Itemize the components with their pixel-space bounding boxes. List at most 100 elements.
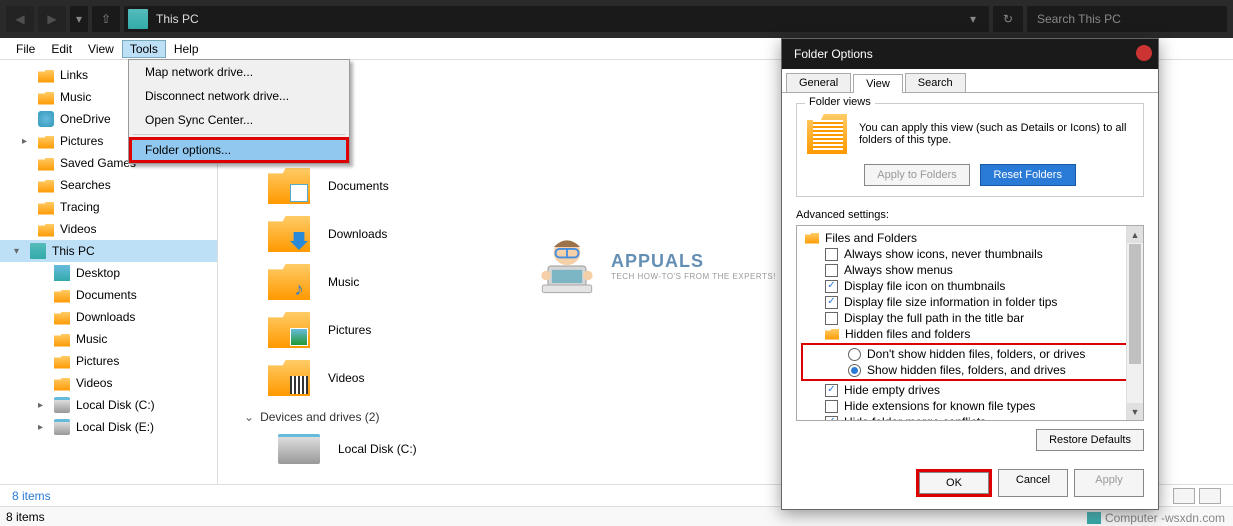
nav-forward-button[interactable]: ▶ — [38, 6, 66, 32]
checkbox-icon[interactable] — [825, 400, 838, 413]
dialog-titlebar[interactable]: Folder Options — [782, 39, 1158, 69]
corner-mark: Computer -wsxdn.com — [1087, 511, 1225, 525]
radio-icon[interactable] — [848, 348, 861, 361]
menu-tools[interactable]: Tools — [122, 40, 166, 58]
scroll-thumb[interactable] — [1129, 244, 1141, 364]
radio-checked-icon[interactable] — [848, 364, 861, 377]
advanced-settings-list[interactable]: Files and Folders Always show icons, nev… — [796, 225, 1144, 421]
tab-general[interactable]: General — [786, 73, 851, 92]
folder-label: Documents — [328, 179, 389, 193]
adv-hide-merge-conflicts[interactable]: ✓Hide folder merge conflicts — [801, 414, 1139, 421]
drive-icon — [54, 397, 70, 413]
reset-folders-button[interactable]: Reset Folders — [980, 164, 1076, 186]
scroll-down-icon[interactable]: ▼ — [1127, 403, 1143, 420]
breadcrumb-dropdown-icon[interactable]: ▾ — [961, 7, 985, 31]
nav-history-dropdown[interactable]: ▾ — [70, 6, 88, 32]
folder-icon — [54, 312, 70, 325]
checkbox-checked-icon[interactable]: ✓ — [825, 416, 838, 422]
tree-local-disk-e[interactable]: ▸Local Disk (E:) — [0, 416, 217, 438]
checkbox-checked-icon[interactable]: ✓ — [825, 296, 838, 309]
nav-back-button[interactable]: ◀ — [6, 6, 34, 32]
checkbox-icon[interactable] — [825, 264, 838, 277]
menu-view[interactable]: View — [80, 40, 122, 58]
pc-icon — [30, 243, 46, 259]
apply-to-folders-button[interactable]: Apply to Folders — [864, 164, 969, 186]
chevron-down-icon[interactable]: ⌄ — [244, 410, 254, 424]
adv-full-path-title[interactable]: Display the full path in the title bar — [801, 310, 1139, 326]
breadcrumb[interactable]: This PC ▾ — [124, 6, 989, 32]
folder-icon — [268, 168, 310, 204]
close-icon[interactable] — [1136, 45, 1152, 61]
adv-root: Files and Folders — [801, 230, 1139, 246]
view-icons-button[interactable] — [1199, 488, 1221, 504]
breadcrumb-text: This PC — [156, 12, 199, 26]
refresh-button[interactable]: ↻ — [993, 6, 1023, 32]
chevron-right-icon[interactable]: ▸ — [22, 136, 27, 147]
menu-disconnect-network-drive[interactable]: Disconnect network drive... — [129, 84, 349, 108]
scroll-up-icon[interactable]: ▲ — [1127, 226, 1143, 243]
tree-downloads[interactable]: Downloads — [0, 306, 217, 328]
nav-up-button[interactable]: ⇧ — [92, 6, 120, 32]
folder-icon — [38, 224, 54, 237]
adv-show-hidden[interactable]: Show hidden files, folders, and drives — [804, 362, 1136, 378]
checkbox-checked-icon[interactable]: ✓ — [825, 280, 838, 293]
nav-bar: ◀ ▶ ▾ ⇧ This PC ▾ ↻ Search This PC — [0, 0, 1233, 38]
dialog-title-text: Folder Options — [794, 47, 873, 61]
tree-tracing[interactable]: Tracing — [0, 196, 217, 218]
tree-documents[interactable]: Documents — [0, 284, 217, 306]
section-label: Devices and drives (2) — [260, 410, 379, 424]
folder-icon — [805, 233, 819, 244]
search-input[interactable]: Search This PC — [1027, 6, 1227, 32]
menu-folder-options[interactable]: Folder options... — [129, 137, 349, 163]
tree-this-pc[interactable]: ▾This PC — [0, 240, 217, 262]
folder-icon — [38, 202, 54, 215]
adv-file-size-tips[interactable]: ✓Display file size information in folder… — [801, 294, 1139, 310]
chevron-right-icon[interactable]: ▸ — [38, 400, 43, 411]
tab-search[interactable]: Search — [905, 73, 966, 92]
folder-icon — [268, 360, 310, 396]
desktop-icon — [54, 265, 70, 281]
adv-hide-empty-drives[interactable]: ✓Hide empty drives — [801, 382, 1139, 398]
tree-desktop[interactable]: Desktop — [0, 262, 217, 284]
adv-always-icons[interactable]: Always show icons, never thumbnails — [801, 246, 1139, 262]
apply-button[interactable]: Apply — [1074, 469, 1144, 497]
tree-searches[interactable]: Searches — [0, 174, 217, 196]
view-details-button[interactable] — [1173, 488, 1195, 504]
menu-open-sync-center[interactable]: Open Sync Center... — [129, 108, 349, 132]
tab-view[interactable]: View — [853, 74, 903, 93]
groupbox-legend: Folder views — [805, 96, 875, 108]
tree-pictures2[interactable]: Pictures — [0, 350, 217, 372]
checkbox-checked-icon[interactable]: ✓ — [825, 384, 838, 397]
dialog-body: Folder views You can apply this view (su… — [782, 93, 1158, 461]
cancel-button[interactable]: Cancel — [998, 469, 1068, 497]
adv-hide-extensions[interactable]: Hide extensions for known file types — [801, 398, 1139, 414]
folder-icon — [38, 158, 54, 171]
tree-local-disk-c[interactable]: ▸Local Disk (C:) — [0, 394, 217, 416]
menu-help[interactable]: Help — [166, 40, 207, 58]
folder-icon — [268, 312, 310, 348]
adv-dont-show-hidden[interactable]: Don't show hidden files, folders, or dri… — [804, 346, 1136, 362]
restore-defaults-button[interactable]: Restore Defaults — [1036, 429, 1144, 451]
menu-separator — [133, 134, 345, 135]
menu-file[interactable]: File — [8, 40, 43, 58]
ok-button[interactable]: OK — [919, 472, 989, 494]
checkbox-icon[interactable] — [825, 248, 838, 261]
menu-map-network-drive[interactable]: Map network drive... — [129, 60, 349, 84]
folder-icon — [54, 334, 70, 347]
tree-music2[interactable]: Music — [0, 328, 217, 350]
chevron-right-icon[interactable]: ▸ — [38, 422, 43, 433]
pc-icon — [1087, 512, 1101, 524]
drive-icon — [54, 419, 70, 435]
adv-file-icon-thumb[interactable]: ✓Display file icon on thumbnails — [801, 278, 1139, 294]
chevron-down-icon[interactable]: ▾ — [14, 246, 19, 257]
scrollbar[interactable]: ▲ ▼ — [1126, 226, 1143, 420]
checkbox-icon[interactable] — [825, 312, 838, 325]
adv-always-menus[interactable]: Always show menus — [801, 262, 1139, 278]
folder-icon — [38, 92, 54, 105]
menu-edit[interactable]: Edit — [43, 40, 80, 58]
folder-views-text: You can apply this view (such as Details… — [859, 122, 1133, 146]
tree-videos[interactable]: Videos — [0, 218, 217, 240]
drive-label: Local Disk (C:) — [338, 442, 417, 456]
tree-videos2[interactable]: Videos — [0, 372, 217, 394]
folder-icon — [38, 136, 54, 149]
